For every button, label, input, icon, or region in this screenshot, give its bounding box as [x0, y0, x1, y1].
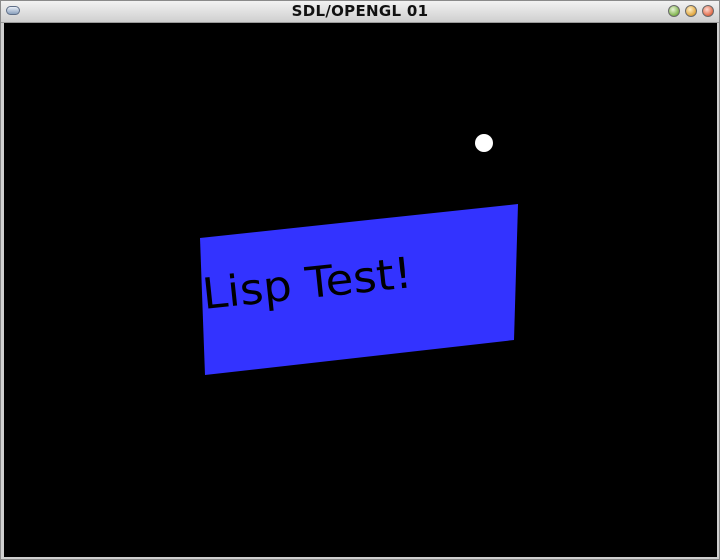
- close-button[interactable]: [702, 5, 714, 17]
- title-bar[interactable]: SDL/OPENGL 01: [1, 1, 719, 23]
- sdl-window: SDL/OPENGL 01 Lisp Test!: [0, 0, 720, 560]
- window-title: SDL/OPENGL 01: [291, 2, 429, 20]
- minimize-button[interactable]: [668, 5, 680, 17]
- scene-render: Lisp Test!: [200, 134, 518, 375]
- opengl-viewport[interactable]: Lisp Test!: [4, 23, 717, 557]
- maximize-button[interactable]: [685, 5, 697, 17]
- sphere: [475, 134, 493, 152]
